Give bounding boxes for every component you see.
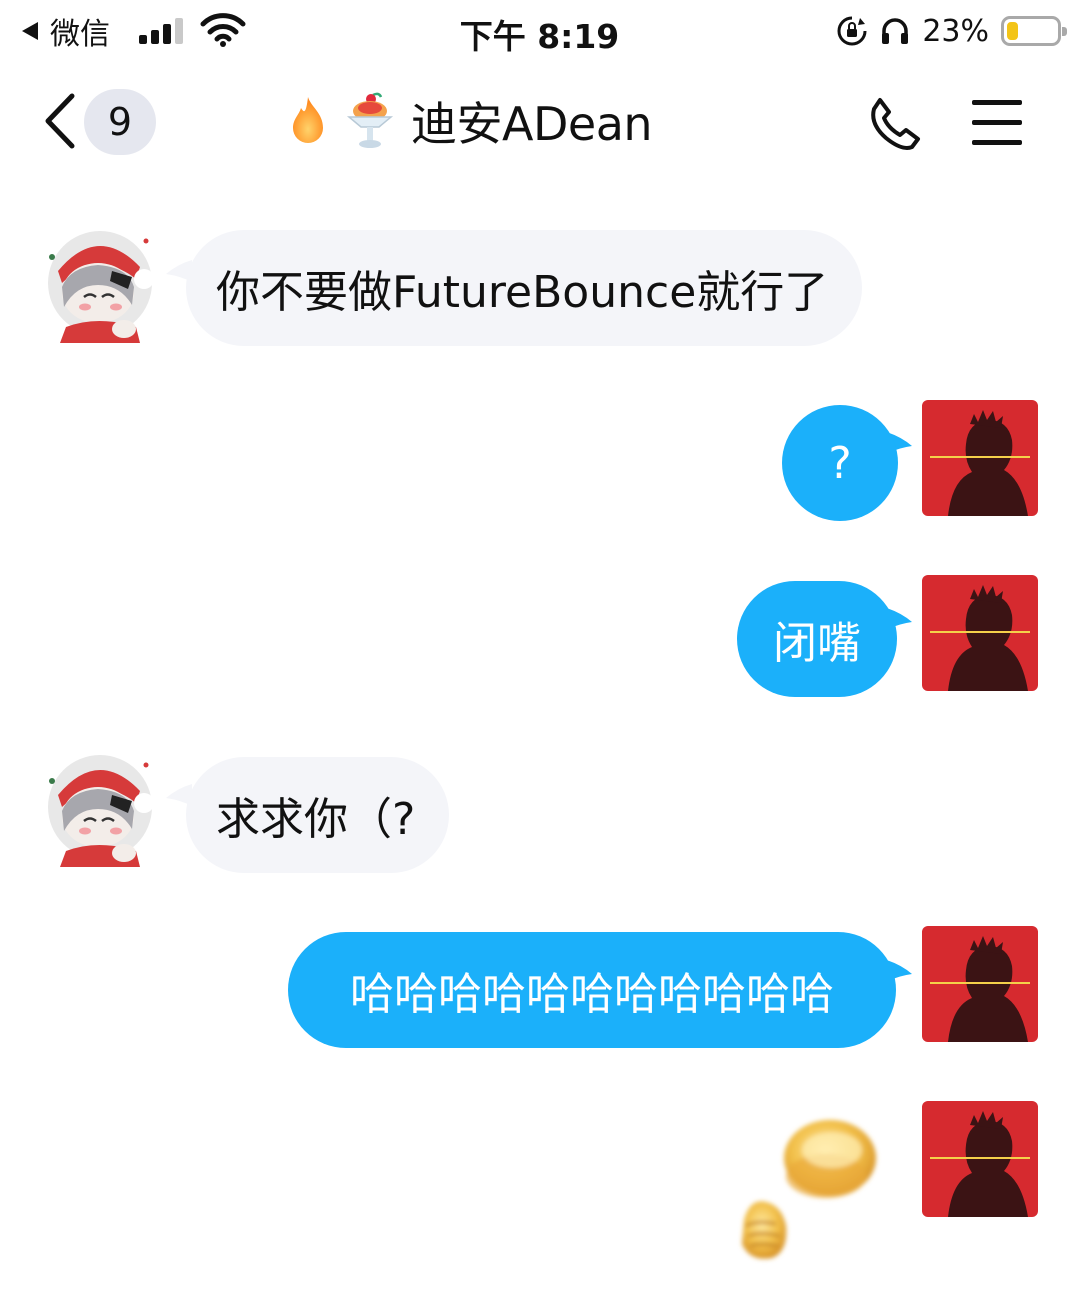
contact-avatar-image (40, 751, 156, 867)
orientation-lock-icon (837, 16, 867, 46)
unread-count-badge[interactable]: 9 (84, 89, 156, 155)
back-chevron-icon[interactable] (42, 92, 78, 150)
message-bubble-outgoing[interactable]: 哈哈哈哈哈哈哈哈哈哈哈 (288, 932, 896, 1048)
contact-avatar-image (40, 227, 156, 343)
chat-screen: 微信 下午 8:19 23% 9 迪安ADean 你不要做FutureBounc… (0, 0, 1079, 1309)
chat-title: 迪安ADean (411, 97, 653, 151)
my-avatar-image (922, 1101, 1038, 1217)
my-avatar[interactable] (922, 400, 1038, 516)
headphones-icon (882, 18, 909, 44)
message-text: ? (828, 437, 852, 489)
chat-title-group[interactable]: 迪安ADean (287, 90, 653, 152)
message-text: 哈哈哈哈哈哈哈哈哈哈哈 (350, 969, 834, 1020)
message-bubble-incoming[interactable]: 你不要做FutureBounce就行了 (186, 230, 863, 346)
sundae-icon (346, 92, 394, 148)
battery-fill (1007, 22, 1019, 40)
message-bubble-incoming[interactable]: 求求你（? (186, 757, 450, 873)
contact-avatar[interactable] (40, 751, 156, 867)
message-bubble-outgoing[interactable]: ? (782, 405, 898, 521)
my-avatar-image (922, 926, 1038, 1042)
my-avatar[interactable] (922, 1101, 1038, 1217)
status-bar: 微信 下午 8:19 23% (0, 0, 1079, 62)
battery-percent: 23% (922, 13, 989, 49)
my-avatar-image (922, 575, 1038, 691)
phone-icon[interactable] (866, 94, 924, 152)
message-text: 求求你（? (216, 794, 416, 845)
flame-icon (293, 97, 323, 143)
contact-avatar[interactable] (40, 227, 156, 343)
chat-header: 9 迪安ADean (0, 72, 1079, 172)
my-avatar[interactable] (922, 926, 1038, 1042)
message-text: 闭嘴 (773, 618, 861, 669)
battery-icon (1001, 16, 1067, 46)
menu-icon[interactable] (970, 96, 1024, 148)
my-avatar-image (922, 400, 1038, 516)
my-avatar[interactable] (922, 575, 1038, 691)
message-text: 你不要做FutureBounce就行了 (216, 267, 829, 318)
message-bubble-outgoing[interactable]: 闭嘴 (737, 581, 897, 697)
clapping-hands-sticker[interactable] (722, 1102, 892, 1272)
